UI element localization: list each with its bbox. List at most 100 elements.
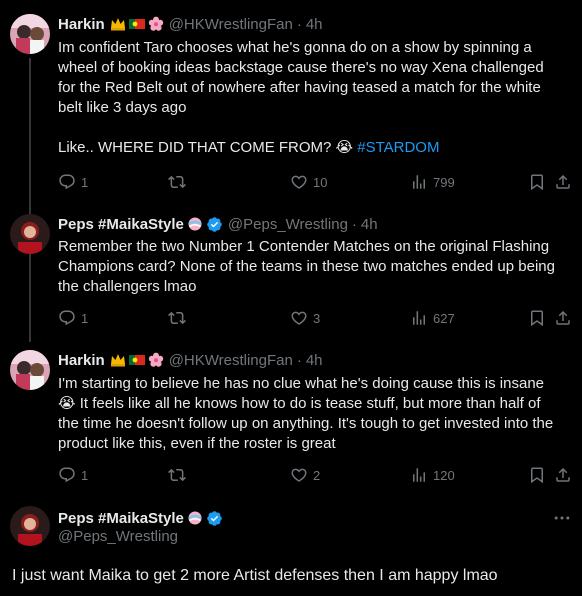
bookmark-icon [531,310,543,327]
ice-cream-emoji-icon [187,216,203,232]
author-handle[interactable]: @Peps_Wrestling [58,528,178,545]
reply-count: 1 [81,174,89,190]
tweet-2[interactable]: Peps #MaikaStyle @Peps_Wrestling · 4h Re… [0,200,582,340]
like-count: 10 [313,174,328,190]
reply-icon [59,310,75,326]
main-tweet-text: I just want Maika to get 2 more Artist d… [12,567,498,584]
avatar-peps[interactable] [10,506,50,546]
share-icon [556,467,570,482]
tweet-text: Im confident Taro chooses what he's gonn… [58,38,574,158]
reply-button[interactable]: 1 [58,171,88,193]
tweet-text-line: Like.. WHERE DID THAT COME FROM? 😭 #STAR… [58,138,574,158]
bookmark-button[interactable] [528,171,551,193]
heart-icon [291,311,307,325]
like-button[interactable]: 3 [290,307,320,329]
tweet-text-line: 😭 It feels like all he knows how to do i… [58,395,541,412]
author-handle[interactable]: @HKWrestlingFan [169,352,293,369]
views-button[interactable]: 627 [410,307,455,329]
tweet-time[interactable]: 4h [306,352,323,369]
tweet-text-span: Like.. WHERE DID THAT COME FROM? 😭 [58,139,358,156]
share-button[interactable] [554,464,577,486]
author-name[interactable]: Harkin [58,16,105,33]
bookmark-button[interactable] [528,464,551,486]
verified-badge-icon [206,510,223,527]
main-tweet[interactable]: Peps #MaikaStyle @Peps_Wrestling I just … [0,500,582,596]
author-name[interactable]: Peps #MaikaStyle [58,510,184,527]
more-options-icon[interactable] [552,14,572,34]
reply-icon [59,467,75,483]
tweet-text-line: wheel of booking ideas backstage cause t… [58,59,544,76]
tweet-3[interactable]: Harkin @HKWrestlingFan · 4h I'm starting… [0,340,582,500]
ice-cream-emoji-icon [187,510,203,526]
tweet-text-line: Remember the two Number 1 Contender Matc… [58,238,550,255]
crown-emoji-icon [110,352,126,368]
views-button[interactable]: 799 [410,171,455,193]
like-count: 2 [313,467,321,483]
separator-dot: · [296,351,302,369]
share-button[interactable] [554,307,577,329]
separator-dot: · [351,215,357,233]
avatar-harkin[interactable] [10,14,50,54]
retweet-button[interactable] [168,307,191,329]
tweet-text-line: the challengers lmao [58,278,197,295]
share-icon [556,310,570,325]
separator-dot: · [296,15,302,33]
retweet-button[interactable] [168,464,191,486]
tweet-time[interactable]: 4h [306,16,323,33]
tweet-time[interactable]: 4h [361,216,378,233]
author-name[interactable]: Harkin [58,352,105,369]
more-options-button[interactable] [552,508,572,528]
tweet-header: Peps #MaikaStyle @Peps_Wrestling · 4h [58,214,378,234]
tweet-text-line: I'm starting to believe he has no clue w… [58,375,545,392]
reply-button[interactable]: 1 [58,307,88,329]
views-button[interactable]: 120 [410,464,455,486]
view-count: 627 [433,310,455,326]
hashtag-link[interactable]: #STARDOM [357,139,439,156]
bookmark-icon [531,467,543,484]
tweet-text-line: the time he doesn't follow up on anythin… [58,415,554,432]
tweet-text: Remember the two Number 1 Contender Matc… [58,237,574,297]
tweet-header: Peps #MaikaStyle [58,508,223,528]
tweet-actions: 1 2 120 [58,464,574,486]
bookmark-icon [531,174,543,191]
bookmark-button[interactable] [528,307,551,329]
avatar-harkin[interactable] [10,350,50,390]
tweet-header: Harkin @HKWrestlingFan · 4h [58,14,323,34]
reply-button[interactable]: 1 [58,464,88,486]
retweet-button[interactable] [168,171,191,193]
tweet-text-line: belt like 3 days ago [58,99,187,116]
tweet-text-line: product like this, even if the roster is… [58,435,336,452]
heart-icon [291,468,307,482]
author-name[interactable]: Peps #MaikaStyle [58,216,184,233]
author-handle[interactable]: @HKWrestlingFan [169,16,293,33]
tweet-text-line: Im confident Taro chooses what he's gonn… [58,39,532,56]
verified-badge-icon [206,216,223,233]
tweet-text-line: for the Red Belt out of nowhere after ha… [58,79,541,96]
avatar-peps[interactable] [10,214,50,254]
tweet-text-line: Champions card? None of the teams in the… [58,258,555,275]
tweet-1[interactable]: Harkin @HKWrestlingFan · 4h Im confident… [0,0,582,200]
retweet-icon [168,468,186,482]
tweet-actions: 1 10 799 [58,171,574,193]
reply-count: 1 [81,310,89,326]
share-button[interactable] [554,171,577,193]
portugal-flag-icon [128,16,145,32]
author-handle[interactable]: @Peps_Wrestling [228,216,348,233]
heart-icon [291,175,307,189]
like-count: 3 [313,310,321,326]
crown-emoji-icon [110,16,126,32]
cherry-blossom-icon [148,352,164,368]
view-count: 799 [433,174,455,190]
tweet-text: I'm starting to believe he has no clue w… [58,374,574,454]
reply-count: 1 [81,467,89,483]
tweet-actions: 1 3 627 [58,307,574,329]
reply-icon [59,174,75,190]
retweet-icon [168,311,186,325]
like-button[interactable]: 10 [290,171,327,193]
like-button[interactable]: 2 [290,464,320,486]
analytics-icon [413,311,425,325]
retweet-icon [168,175,186,189]
cherry-blossom-icon [148,16,164,32]
analytics-icon [413,175,425,189]
view-count: 120 [433,467,455,483]
